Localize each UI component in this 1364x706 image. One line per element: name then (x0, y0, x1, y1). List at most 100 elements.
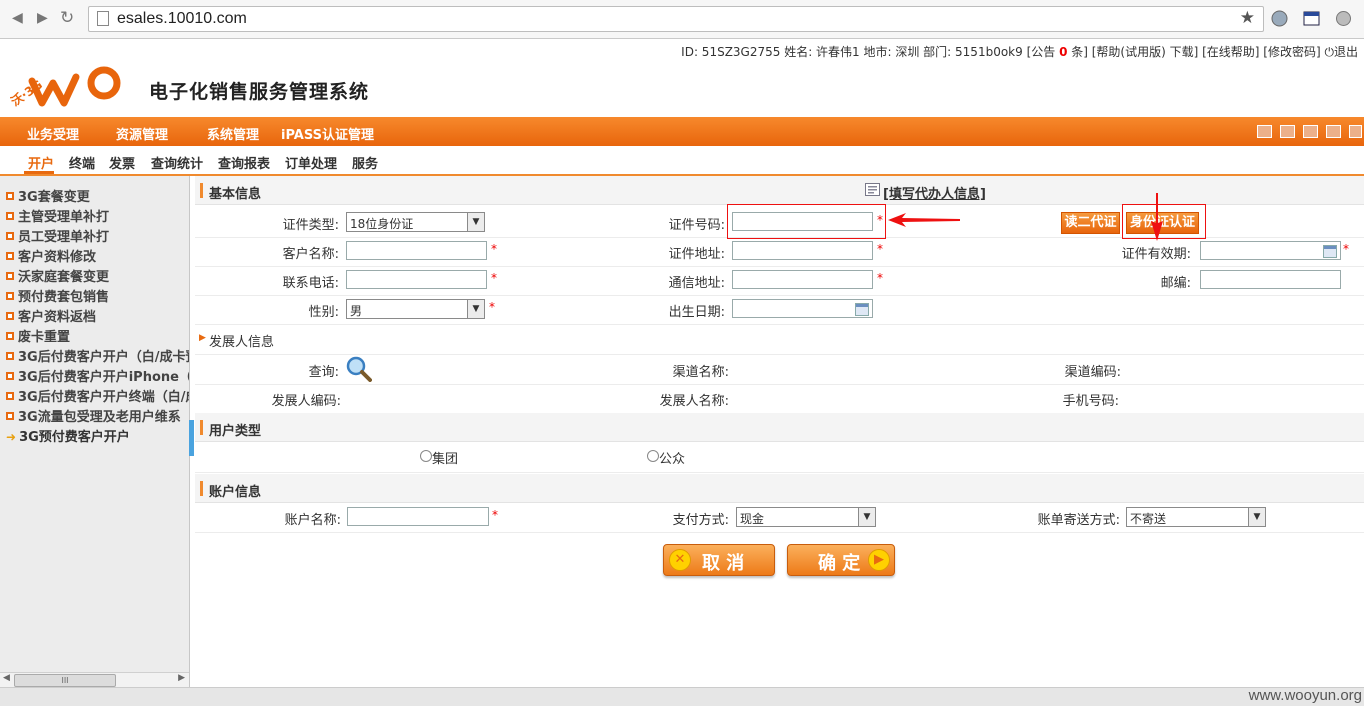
reload-icon[interactable]: ↻ (60, 8, 74, 28)
sidebar-item[interactable]: 3G后付费客户开户iPhone（白 (6, 366, 189, 385)
layout-icon-2[interactable] (1280, 125, 1295, 138)
sidebar-item[interactable]: 主管受理单补打 (6, 206, 109, 225)
tab-invoice[interactable]: 发票 (109, 153, 135, 172)
bullet-icon (6, 232, 14, 240)
zip-input[interactable] (1200, 270, 1341, 289)
search-icon[interactable] (346, 356, 372, 382)
user-links-text[interactable]: 条] [帮助(试用版) 下载] [在线帮助] [修改密码] (1067, 45, 1320, 59)
calendar-icon[interactable] (1323, 245, 1337, 258)
sidebar-item[interactable]: 废卡重置 (6, 326, 70, 345)
menu-business[interactable]: 业务受理 (27, 124, 79, 143)
section-basic-info: 基本信息 [填写代办人信息] (195, 176, 1364, 205)
cert-address-label: 证件地址: (668, 247, 725, 262)
confirm-button[interactable]: 确 定 ▶ (787, 544, 895, 576)
channel-name-label: 渠道名称: (672, 365, 729, 380)
bullet-icon (6, 312, 14, 320)
system-title: 电子化销售服务管理系统 (149, 81, 370, 103)
cert-type-label: 证件类型: (282, 218, 339, 233)
section-marker (200, 481, 203, 496)
required-mark: * (877, 213, 883, 227)
sidebar-item[interactable]: 3G流量包受理及老用户维系 (6, 406, 181, 425)
payment-label: 支付方式: (672, 513, 729, 528)
url-text: esales.10010.com (117, 10, 247, 27)
layout-icon-1[interactable] (1257, 125, 1272, 138)
bullet-icon (6, 392, 14, 400)
bill-delivery-select[interactable]: 不寄送 ▼ (1126, 507, 1266, 527)
cert-type-select[interactable]: 18位身份证 ▼ (346, 212, 485, 232)
gender-select[interactable]: 男 ▼ (346, 299, 485, 319)
active-tab-indicator (24, 171, 54, 174)
agent-info-link[interactable]: [填写代办人信息] (883, 183, 986, 202)
bullet-icon (6, 352, 14, 360)
required-mark: * (492, 508, 498, 522)
layout-icon-3[interactable] (1303, 125, 1318, 138)
bookmark-star-icon[interactable]: ★ (1240, 8, 1255, 28)
form-row: 联系电话: * 通信地址: * 邮编: (195, 266, 1364, 296)
cancel-button[interactable]: ✕ 取 消 (663, 544, 775, 576)
phone-label: 联系电话: (282, 276, 339, 291)
query-label: 查询: (308, 365, 339, 380)
address-bar[interactable]: esales.10010.com ★ (88, 6, 1264, 32)
layout-icon-5[interactable] (1349, 125, 1362, 138)
calendar-icon[interactable] (855, 303, 869, 316)
scroll-left-icon[interactable]: ◀ (3, 673, 10, 683)
tab-query-report[interactable]: 查询报表 (218, 153, 270, 172)
radio-public[interactable] (647, 450, 659, 462)
tab-query-stats[interactable]: 查询统计 (151, 153, 203, 172)
tab-terminal[interactable]: 终端 (69, 153, 95, 172)
bullet-icon (6, 192, 14, 200)
sidebar-item-active[interactable]: ➜ 3G预付费客户开户 (6, 426, 130, 445)
radio-group-label[interactable]: 集团 (432, 448, 458, 467)
sidebar-item[interactable]: 3G套餐变更 (6, 186, 90, 205)
mail-address-input[interactable] (732, 270, 873, 289)
required-mark: * (877, 242, 883, 256)
customer-name-label: 客户名称: (282, 247, 339, 262)
radio-group[interactable] (420, 450, 432, 462)
sidebar-item[interactable]: 客户资料修改 (6, 246, 96, 265)
birth-date-input[interactable] (732, 299, 873, 318)
tab-open-account[interactable]: 开户 (28, 153, 54, 172)
forward-icon[interactable]: ▶ (37, 10, 48, 26)
cert-address-input[interactable] (732, 241, 873, 260)
scroll-thumb[interactable]: III (14, 674, 116, 687)
sidebar-scrollbar[interactable]: ◀ III ▶ (0, 672, 189, 687)
sidebar-item[interactable]: 3G后付费客户开户（白/成卡預 (6, 346, 189, 365)
read-id-card-button[interactable]: 读二代证 (1061, 212, 1120, 234)
phone-input[interactable] (346, 270, 487, 289)
scroll-right-icon[interactable]: ▶ (178, 673, 185, 683)
cert-validity-input[interactable] (1200, 241, 1341, 260)
account-name-input[interactable] (347, 507, 489, 526)
menu-resource[interactable]: 资源管理 (116, 124, 168, 143)
extension-icon[interactable] (1335, 10, 1352, 27)
form-row: 客户名称: * 证件地址: * 证件有效期: * (195, 237, 1364, 267)
sidebar-item[interactable]: 员工受理单补打 (6, 226, 109, 245)
sidebar-item[interactable]: 3G后付费客户开户终端（白/成 (6, 386, 189, 405)
radio-public-label[interactable]: 公众 (659, 448, 685, 467)
section-developer[interactable]: ▶ 发展人信息 (195, 326, 1364, 355)
customer-name-input[interactable] (346, 241, 487, 260)
sidebar-item[interactable]: 预付费套包销售 (6, 286, 109, 305)
tab-service[interactable]: 服务 (352, 153, 378, 172)
tab-order[interactable]: 订单处理 (285, 153, 337, 172)
sidebar-collapse-handle[interactable] (189, 420, 194, 456)
back-icon[interactable]: ◀ (12, 10, 23, 26)
watermark: www.wooyun.org (1248, 687, 1362, 704)
power-icon[interactable]: ⏻ (1324, 45, 1334, 59)
layout-icon-4[interactable] (1326, 125, 1341, 138)
globe-icon[interactable] (1271, 10, 1288, 27)
section-title: 发展人信息 (209, 335, 275, 350)
section-title: 用户类型 (209, 424, 262, 439)
sidebar: 3G套餐变更 主管受理单补打 员工受理单补打 客户资料修改 沃家庭套餐变更 预付… (0, 176, 190, 687)
expand-arrow-icon: ▶ (199, 333, 206, 343)
menu-ipass[interactable]: iPASS认证管理 (281, 124, 374, 143)
footer-bar: www.wooyun.org (0, 687, 1364, 706)
sub-menu: 开户 终端 发票 查询统计 查询报表 订单处理 服务 (0, 147, 1364, 176)
chevron-down-icon: ▼ (467, 213, 484, 231)
sidebar-item[interactable]: 客户资料返档 (6, 306, 96, 325)
logout-link[interactable]: 退出 (1334, 45, 1358, 59)
cert-no-input[interactable] (732, 212, 873, 231)
payment-select[interactable]: 现金 ▼ (736, 507, 876, 527)
menu-system[interactable]: 系统管理 (207, 124, 259, 143)
window-icon[interactable] (1303, 10, 1320, 27)
sidebar-item[interactable]: 沃家庭套餐变更 (6, 266, 109, 285)
